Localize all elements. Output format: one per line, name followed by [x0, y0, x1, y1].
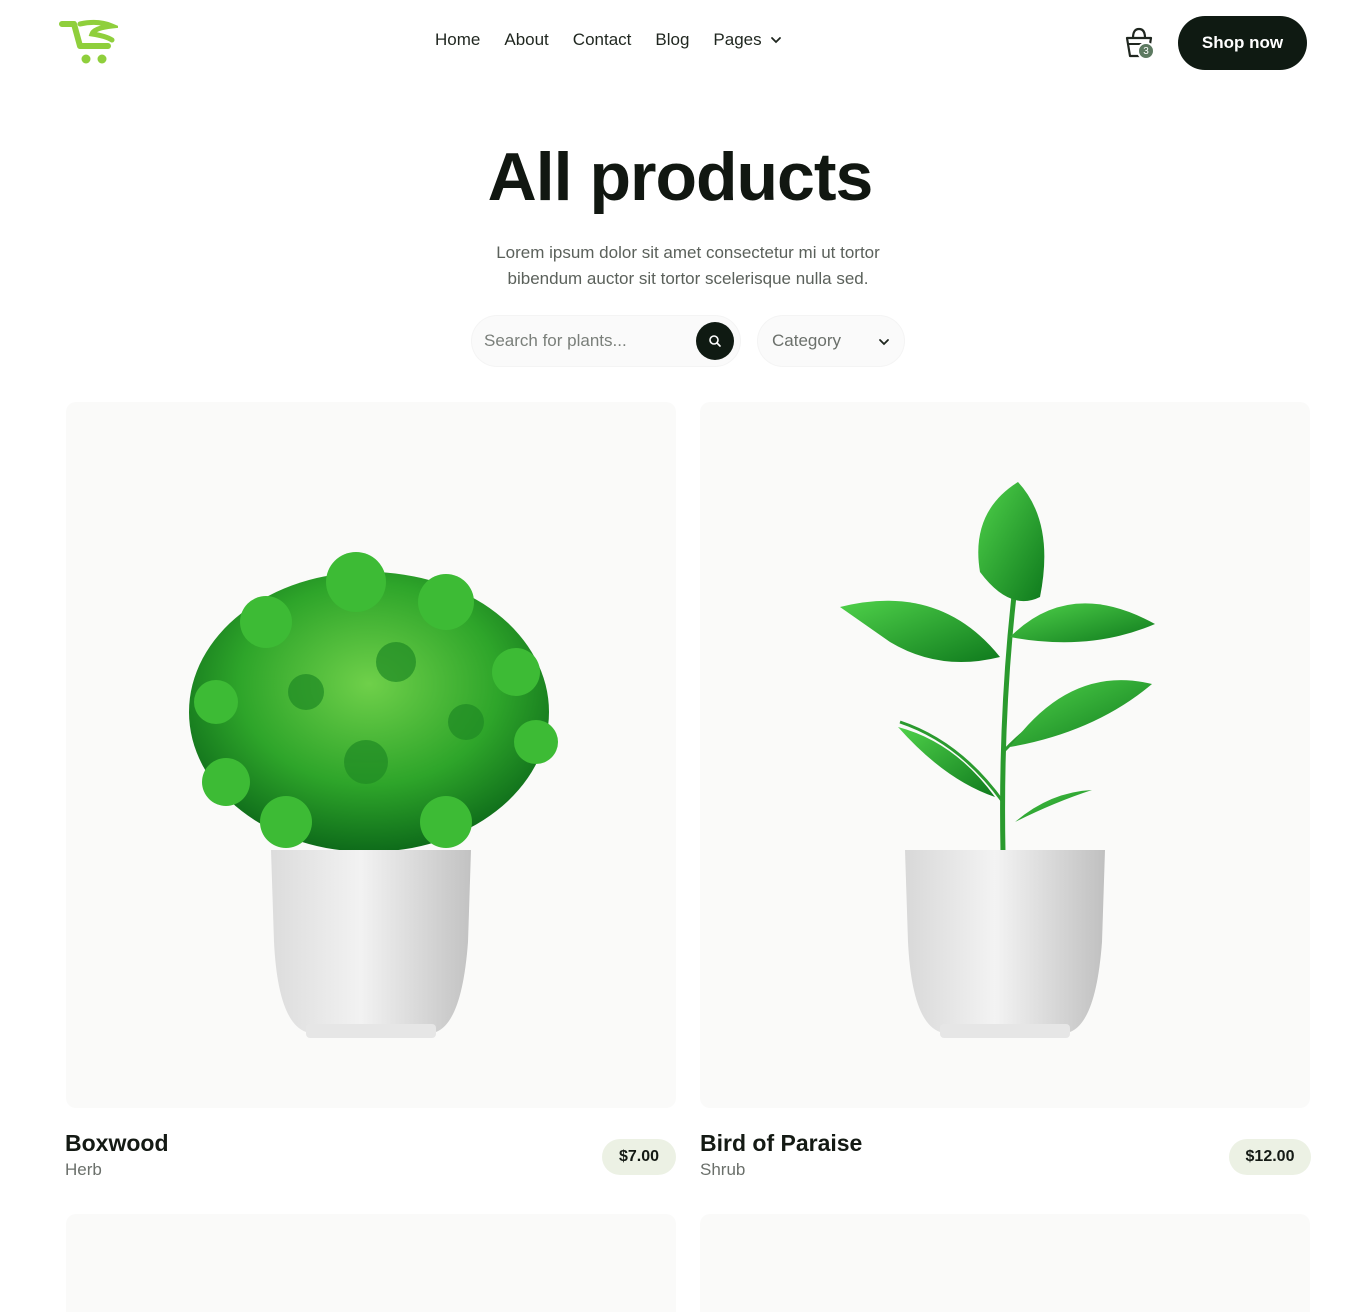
search-button[interactable] — [696, 322, 734, 360]
nav-contact[interactable]: Contact — [573, 30, 632, 50]
search-icon — [709, 335, 721, 347]
nav-blog[interactable]: Blog — [655, 30, 689, 50]
bird-of-paradise-plant-illustration — [840, 482, 1155, 1038]
nav-home-label: Home — [435, 30, 481, 49]
category-label: Category — [772, 331, 841, 350]
subtitle-line-2: bibendum auctor sit tortor scelerisque n… — [507, 269, 869, 288]
main-nav: Home About Contact Blog Pages — [435, 30, 782, 50]
subtitle-line-1: Lorem ipsum dolor sit amet consectetur m… — [496, 243, 880, 262]
product-image-bird-of-paraise[interactable] — [700, 402, 1310, 1108]
chevron-down-icon — [770, 37, 781, 44]
product-image-boxwood[interactable] — [66, 402, 676, 1108]
product-category: Shrub — [700, 1160, 746, 1179]
product-image-next[interactable] — [700, 1214, 1310, 1312]
page-subtitle: Lorem ipsum dolor sit amet consectetur m… — [430, 240, 946, 292]
cart-count-badge: 3 — [1137, 42, 1155, 60]
shop-now-button[interactable]: Shop now — [1178, 16, 1307, 70]
search-bar — [472, 316, 740, 366]
chevron-down-icon — [879, 339, 889, 346]
product-category: Herb — [65, 1160, 102, 1179]
product-name[interactable]: Bird of Paraise — [700, 1130, 862, 1157]
search-input[interactable] — [484, 326, 684, 356]
cart-logo-icon[interactable] — [58, 18, 118, 68]
page-title: All products — [487, 139, 874, 215]
nav-pages-dropdown[interactable]: Pages — [713, 30, 781, 50]
product-price-badge: $7.00 — [602, 1139, 676, 1175]
nav-home[interactable]: Home — [435, 30, 480, 50]
site-header: Home About Contact Blog Pages 3 Shop now — [0, 0, 1360, 86]
nav-about-label: About — [504, 30, 549, 49]
category-select[interactable]: Category — [758, 316, 904, 366]
nav-pages-label: Pages — [713, 30, 762, 49]
nav-contact-label: Contact — [572, 30, 632, 49]
product-image-next[interactable] — [66, 1214, 676, 1312]
product-price-badge: $12.00 — [1229, 1139, 1311, 1175]
product-name[interactable]: Boxwood — [65, 1130, 169, 1157]
nav-blog-label: Blog — [655, 30, 690, 49]
nav-about[interactable]: About — [504, 30, 548, 50]
boxwood-plant-illustration — [189, 552, 558, 1038]
